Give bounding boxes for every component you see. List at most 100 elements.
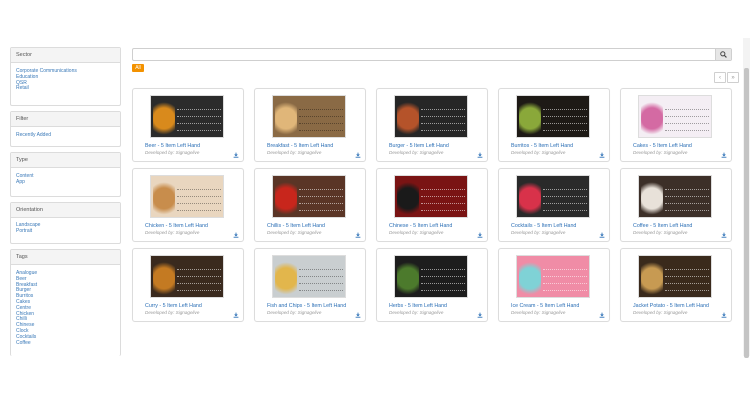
- template-card[interactable]: Cocktails - 5 Item Left Hand Developed by…: [498, 168, 610, 242]
- template-card[interactable]: Curry - 5 Item Left Hand Developed by: Si…: [132, 248, 244, 322]
- scrollbar-thumb[interactable]: [744, 68, 749, 358]
- template-thumbnail[interactable]: [150, 255, 224, 298]
- template-card[interactable]: Burger - 5 Item Left Hand Developed by: S…: [376, 88, 488, 162]
- template-card[interactable]: Chicken - 5 Item Left Hand Developed by: …: [132, 168, 244, 242]
- menu-row-divider: [299, 116, 343, 117]
- template-title[interactable]: Jacket Potato - 5 Item Left Hand: [633, 303, 709, 309]
- menu-row-divider: [299, 217, 343, 218]
- next-page-button[interactable]: »: [727, 72, 739, 83]
- template-thumbnail[interactable]: [516, 175, 590, 218]
- menu-row-divider: [177, 109, 221, 110]
- download-icon[interactable]: [721, 312, 727, 318]
- menu-row-divider: [665, 137, 709, 138]
- template-title[interactable]: Curry - 5 Item Left Hand: [145, 303, 202, 309]
- download-icon[interactable]: [355, 232, 361, 238]
- template-title[interactable]: Beer - 5 Item Left Hand: [145, 143, 200, 149]
- template-thumbnail[interactable]: [394, 175, 468, 218]
- template-title[interactable]: Chicken - 5 Item Left Hand: [145, 223, 208, 229]
- template-thumbnail[interactable]: [516, 95, 590, 138]
- search-input[interactable]: [133, 55, 713, 67]
- template-card[interactable]: Chillis - 5 Item Left Hand Developed by: …: [254, 168, 366, 242]
- template-thumbnail[interactable]: [638, 95, 712, 138]
- menu-row-divider: [543, 269, 587, 270]
- template-card[interactable]: Breakfast - 5 Item Left Hand Developed by…: [254, 88, 366, 162]
- template-card[interactable]: Coffee - 5 Item Left Hand Developed by: S…: [620, 168, 732, 242]
- template-developer: Developed by: Signagelive: [633, 310, 688, 315]
- tags-link[interactable]: Coffee: [16, 340, 115, 347]
- template-card[interactable]: Ice Cream - 5 Item Left Hand Developed by…: [498, 248, 610, 322]
- download-icon[interactable]: [599, 232, 605, 238]
- download-icon[interactable]: [355, 312, 361, 318]
- menu-row-divider: [543, 137, 587, 138]
- template-card[interactable]: Beer - 5 Item Left Hand Developed by: Sig…: [132, 88, 244, 162]
- page-scrollbar[interactable]: [743, 38, 750, 358]
- menu-row-divider: [177, 283, 221, 284]
- template-card[interactable]: Chinese - 5 Item Left Hand Developed by: …: [376, 168, 488, 242]
- menu-row-divider: [299, 269, 343, 270]
- template-title[interactable]: Ice Cream - 5 Item Left Hand: [511, 303, 579, 309]
- menu-row-divider: [543, 196, 587, 197]
- filter-link[interactable]: Recently Added: [16, 132, 115, 139]
- menu-row-divider: [177, 123, 221, 124]
- download-icon[interactable]: [477, 232, 483, 238]
- template-title[interactable]: Chinese - 5 Item Left Hand: [389, 223, 452, 229]
- template-thumbnail[interactable]: [394, 95, 468, 138]
- download-icon[interactable]: [233, 312, 239, 318]
- download-icon[interactable]: [721, 152, 727, 158]
- template-title[interactable]: Cocktails - 5 Item Left Hand: [511, 223, 576, 229]
- menu-row-divider: [299, 196, 343, 197]
- template-thumbnail[interactable]: [272, 95, 346, 138]
- type-link[interactable]: App: [16, 179, 115, 186]
- template-card[interactable]: Cakes - 5 Item Left Hand Developed by: Si…: [620, 88, 732, 162]
- orientation-link[interactable]: Portrait: [16, 228, 115, 235]
- template-thumbnail[interactable]: [516, 255, 590, 298]
- download-icon[interactable]: [599, 152, 605, 158]
- template-card[interactable]: Fish and Chips - 5 Item Left Hand Develop…: [254, 248, 366, 322]
- food-image: [519, 258, 541, 295]
- menu-row-divider: [543, 217, 587, 218]
- template-thumbnail[interactable]: [272, 175, 346, 218]
- search-button[interactable]: [715, 49, 731, 60]
- download-icon[interactable]: [233, 232, 239, 238]
- download-icon[interactable]: [477, 312, 483, 318]
- search-icon: [720, 51, 727, 58]
- template-thumbnail[interactable]: [150, 175, 224, 218]
- menu-row-divider: [421, 130, 465, 131]
- food-image: [275, 98, 297, 135]
- template-thumbnail[interactable]: [638, 255, 712, 298]
- food-image: [153, 178, 175, 215]
- template-thumbnail[interactable]: [638, 175, 712, 218]
- template-card[interactable]: Burritos - 5 Item Left Hand Developed by:…: [498, 88, 610, 162]
- menu-row-divider: [177, 203, 221, 204]
- download-icon[interactable]: [233, 152, 239, 158]
- filter-all-button[interactable]: All: [132, 64, 144, 72]
- template-title[interactable]: Cakes - 5 Item Left Hand: [633, 143, 692, 149]
- menu-row-divider: [543, 210, 587, 211]
- sector-link[interactable]: Retail: [16, 86, 115, 92]
- template-card[interactable]: Herbs - 5 Item Left Hand Developed by: Si…: [376, 248, 488, 322]
- prev-page-button[interactable]: ‹: [714, 72, 726, 83]
- template-title[interactable]: Fish and Chips - 5 Item Left Hand: [267, 303, 346, 309]
- download-icon[interactable]: [599, 312, 605, 318]
- template-thumbnail[interactable]: [272, 255, 346, 298]
- template-developer: Developed by: Signagelive: [145, 150, 200, 155]
- template-title[interactable]: Breakfast - 5 Item Left Hand: [267, 143, 333, 149]
- template-title[interactable]: Coffee - 5 Item Left Hand: [633, 223, 692, 229]
- download-icon[interactable]: [477, 152, 483, 158]
- menu-row-divider: [665, 109, 709, 110]
- template-thumbnail[interactable]: [394, 255, 468, 298]
- template-title[interactable]: Burritos - 5 Item Left Hand: [511, 143, 573, 149]
- template-card[interactable]: Jacket Potato - 5 Item Left Hand Develope…: [620, 248, 732, 322]
- template-thumbnail[interactable]: [150, 95, 224, 138]
- menu-row-divider: [665, 269, 709, 270]
- template-title[interactable]: Burger - 5 Item Left Hand: [389, 143, 449, 149]
- search-bar: [132, 48, 732, 67]
- download-icon[interactable]: [721, 232, 727, 238]
- orientation-panel: Orientation Landscape Portrait: [10, 202, 121, 244]
- download-icon[interactable]: [355, 152, 361, 158]
- menu-row-divider: [543, 297, 587, 298]
- menu-row-divider: [299, 297, 343, 298]
- template-title[interactable]: Herbs - 5 Item Left Hand: [389, 303, 447, 309]
- template-title[interactable]: Chillis - 5 Item Left Hand: [267, 223, 325, 229]
- template-developer: Developed by: Signagelive: [267, 230, 322, 235]
